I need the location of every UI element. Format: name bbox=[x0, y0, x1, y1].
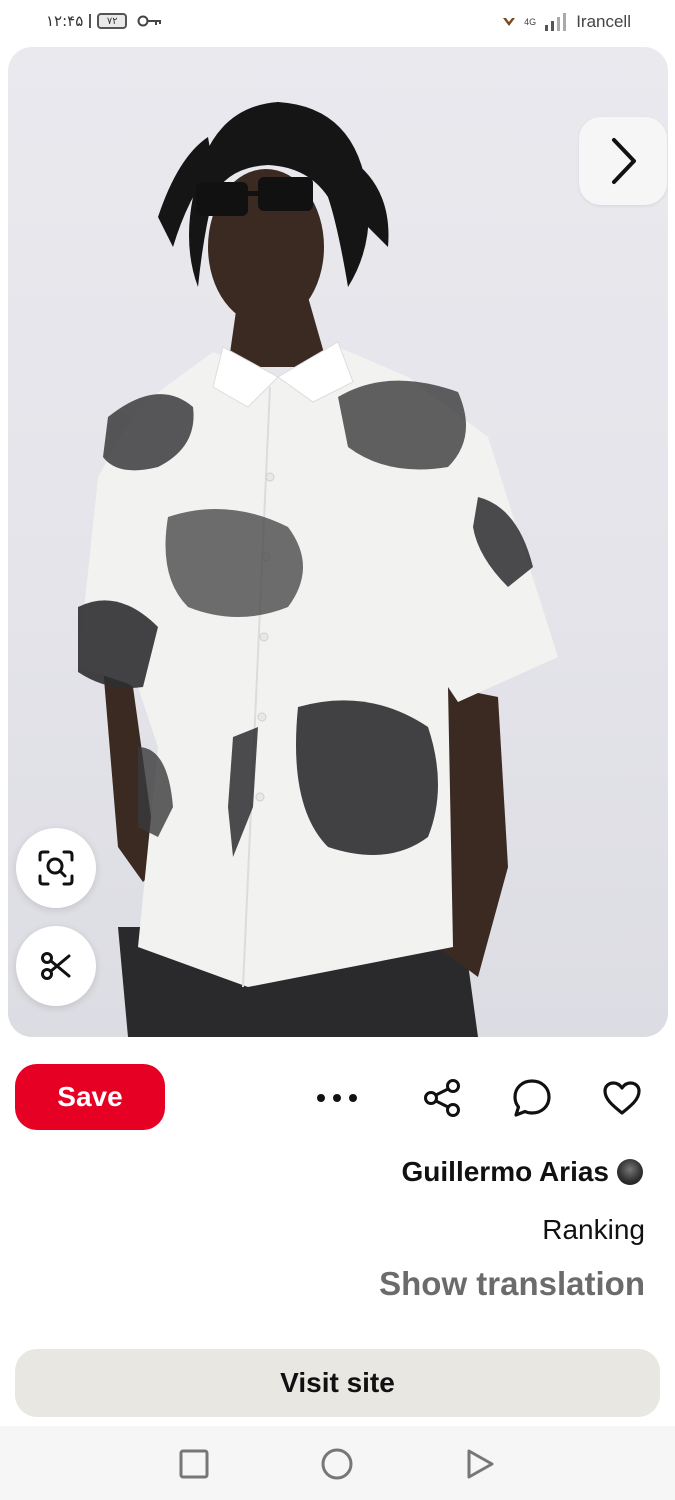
product-photo bbox=[78, 102, 558, 1037]
status-separator bbox=[89, 14, 92, 28]
status-right-group: 4G Irancell bbox=[502, 12, 631, 32]
recents-button[interactable] bbox=[172, 1442, 216, 1486]
share-icon bbox=[424, 1079, 460, 1117]
share-button[interactable] bbox=[416, 1072, 468, 1124]
battery-indicator: ۷۲ bbox=[97, 13, 128, 29]
board-name: Ranking bbox=[542, 1214, 645, 1245]
carrier-name: Irancell bbox=[576, 12, 631, 31]
more-options-button[interactable] bbox=[311, 1072, 363, 1124]
pin-image[interactable] bbox=[8, 47, 668, 1037]
chevron-right-icon bbox=[612, 138, 636, 184]
network-type: 4G bbox=[524, 16, 537, 27]
triangle-icon bbox=[467, 1449, 494, 1479]
battery-level: ۷۲ bbox=[106, 15, 118, 27]
scissors-icon bbox=[41, 952, 71, 980]
comment-icon bbox=[513, 1079, 551, 1117]
home-button[interactable] bbox=[315, 1442, 359, 1486]
avatar bbox=[617, 1159, 643, 1185]
lens-search-icon bbox=[38, 850, 74, 886]
cutout-button[interactable] bbox=[16, 926, 96, 1006]
next-image-button[interactable] bbox=[579, 117, 667, 205]
heart-icon bbox=[603, 1081, 641, 1115]
like-button[interactable] bbox=[596, 1072, 648, 1124]
circle-icon bbox=[321, 1448, 353, 1480]
status-time: ۱۲:۴۵ bbox=[46, 12, 84, 30]
square-icon bbox=[179, 1449, 209, 1479]
creator-name: Guillermo Arias bbox=[401, 1156, 609, 1187]
save-button[interactable]: Save bbox=[15, 1064, 165, 1130]
creator-link[interactable]: Guillermo Arias bbox=[402, 1156, 643, 1188]
more-icon bbox=[317, 1094, 357, 1102]
signal-icon bbox=[545, 13, 567, 31]
visit-site-button[interactable]: Visit site bbox=[15, 1349, 660, 1417]
status-left-group: ۱۲:۴۵ ۷۲ bbox=[46, 12, 163, 30]
visual-search-button[interactable] bbox=[16, 828, 96, 908]
show-translation-link[interactable]: Show translation bbox=[379, 1265, 645, 1303]
system-nav-bar bbox=[0, 1426, 675, 1500]
comment-button[interactable] bbox=[506, 1072, 558, 1124]
back-button[interactable] bbox=[458, 1442, 502, 1486]
status-bar: ۱۲:۴۵ ۷۲ 4G Irancell bbox=[0, 0, 675, 46]
key-icon bbox=[137, 15, 162, 27]
vpn-icon bbox=[503, 18, 516, 26]
